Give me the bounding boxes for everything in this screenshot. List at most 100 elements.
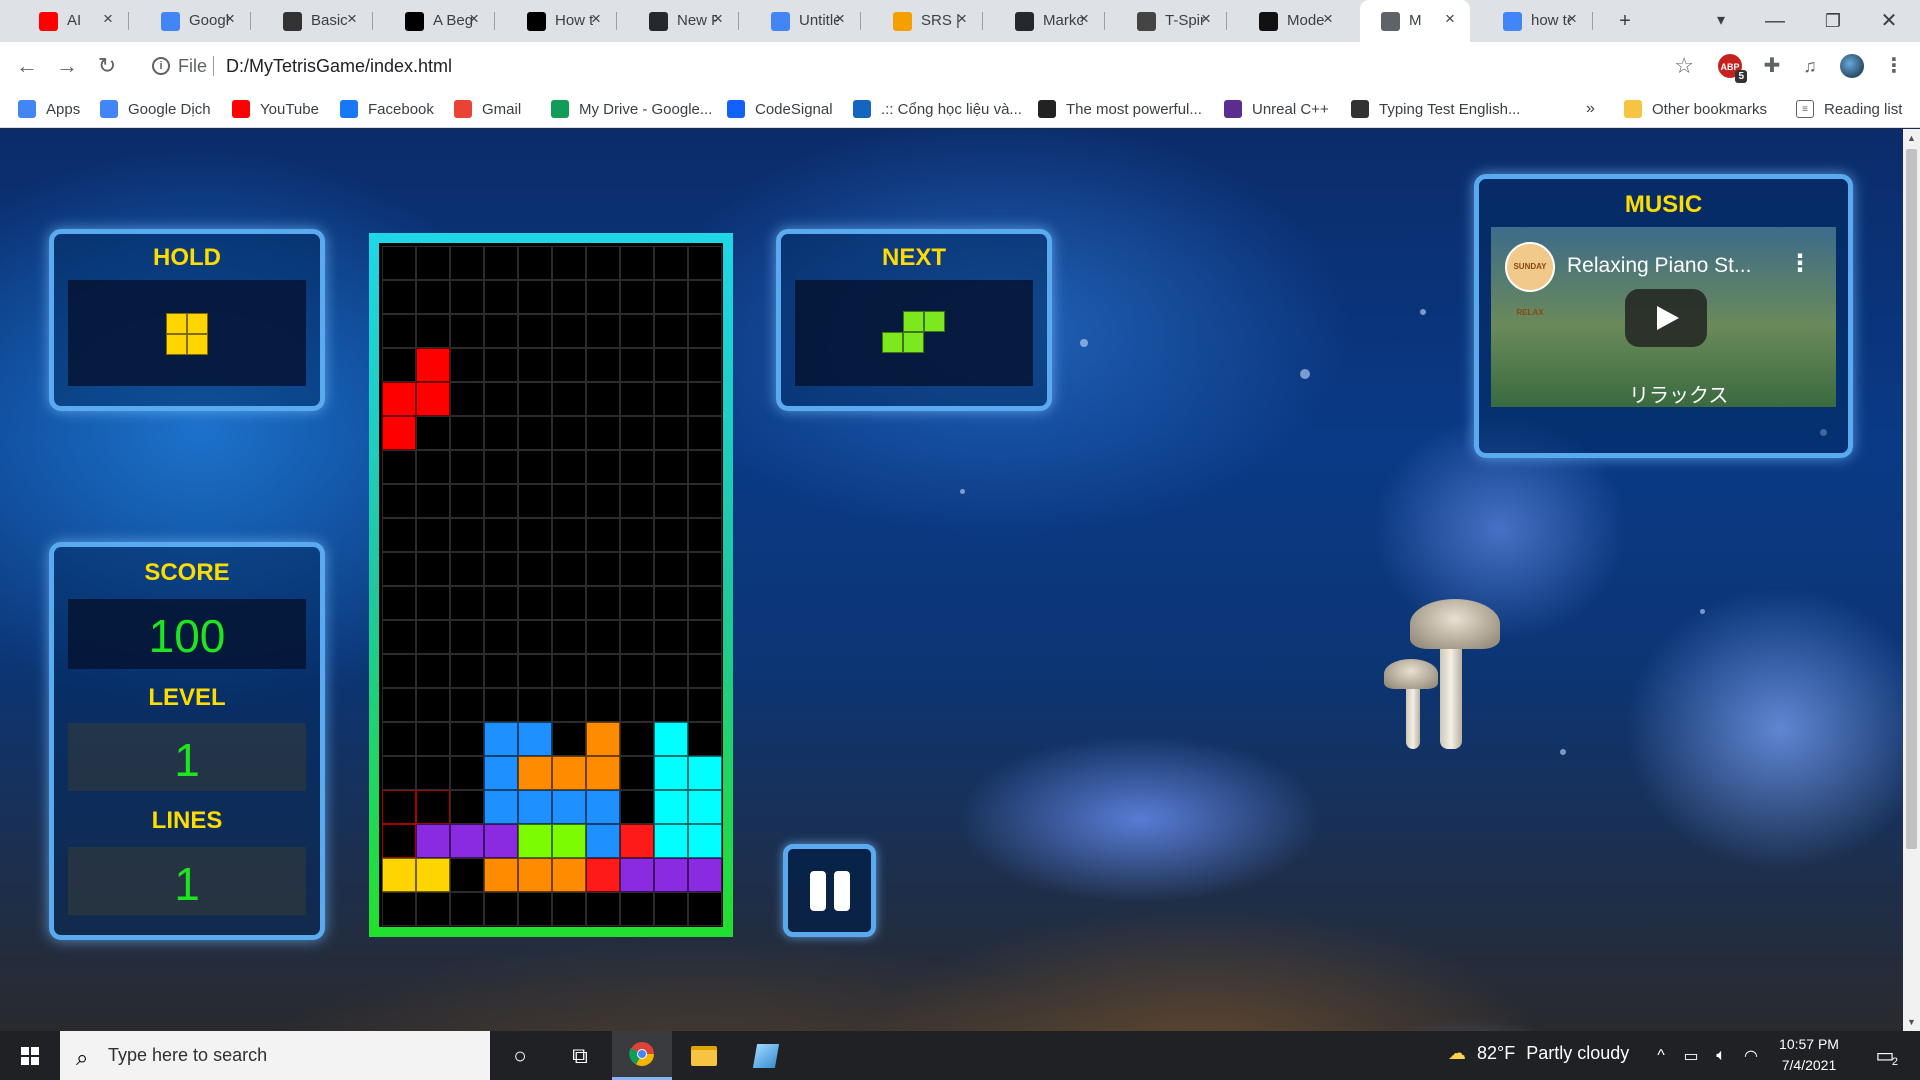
taskbar-search-box[interactable]: ⌕ Type here to search [60,1031,490,1080]
volume-icon[interactable]: 🔈︎ [1706,1031,1736,1080]
board-cell [416,484,450,518]
notification-center-icon[interactable]: 2 ▭ [1860,1031,1910,1080]
bookmark-item[interactable]: Typing Test English... [1351,97,1520,121]
bookmark-star-icon[interactable]: ☆ [1674,53,1694,79]
browser-tab[interactable]: Mode × [1238,0,1348,42]
bookmark-item[interactable]: Apps [18,97,80,121]
weather-widget[interactable]: ☁ 82°F Partly cloudy [1448,1043,1629,1064]
bookmark-item[interactable]: Unreal C++ [1224,97,1329,121]
piece-block [903,311,924,332]
chrome-menu-icon[interactable]: ⋮ [1882,54,1906,78]
browser-tab[interactable]: how to × [1482,0,1592,42]
bookmark-item[interactable]: Facebook [340,97,434,121]
bookmark-label: Google Dịch [128,100,211,118]
close-tab-icon[interactable]: × [1562,9,1582,29]
maximize-button[interactable]: ❐ [1818,6,1848,36]
board-cell [688,280,722,314]
file-explorer-icon[interactable] [674,1031,734,1080]
reload-button[interactable]: ↻ [92,51,122,81]
close-tab-icon[interactable]: × [952,9,972,29]
close-tab-icon[interactable]: × [1074,9,1094,29]
close-tab-icon[interactable]: × [1318,9,1338,29]
other-bookmarks-folder[interactable]: Other bookmarks [1624,97,1767,121]
chrome-taskbar-icon[interactable] [612,1031,672,1080]
board-cell [620,246,654,280]
tab-separator [738,12,739,30]
new-tab-button[interactable]: + [1610,6,1640,36]
video-caption: リラックス [1629,383,1729,407]
close-tab-icon[interactable]: × [708,9,728,29]
forward-button[interactable]: → [52,51,82,81]
board-cell [416,552,450,586]
reading-list-button[interactable]: ≡ Reading list [1796,97,1902,121]
browser-tab[interactable]: M × [1360,0,1470,42]
close-tab-icon[interactable]: × [1440,9,1460,29]
extensions-puzzle-icon[interactable]: ✚ [1760,54,1784,78]
browser-tab[interactable]: A Begi × [384,0,494,42]
youtube-video-embed[interactable]: SUNDAY RELAX Relaxing Piano St... ⋮ リラック… [1491,227,1836,407]
bookmark-item[interactable]: CodeSignal [727,97,833,121]
profile-avatar[interactable] [1840,54,1864,78]
url-text[interactable]: D:/MyTetrisGame/index.html [226,56,452,77]
browser-tab[interactable]: Googl × [140,0,250,42]
browser-tab[interactable]: Marko × [994,0,1104,42]
board-cell [416,756,450,790]
board-cell [620,722,654,756]
close-tab-icon[interactable]: × [342,9,362,29]
browser-tab[interactable]: AI × [18,0,128,42]
board-cell [552,348,586,382]
pause-button[interactable] [783,844,876,937]
bookmark-item[interactable]: Google Dịch [100,97,211,121]
board-cell [620,314,654,348]
browser-tab[interactable]: SRS | T× [872,0,982,42]
mushroom-cap [1410,599,1500,649]
bookmark-item[interactable]: YouTube [232,97,319,121]
board-cell [620,450,654,484]
tetris-board[interactable] [382,246,722,926]
scroll-up-arrow[interactable]: ▲ [1906,133,1917,143]
info-icon[interactable]: i [152,57,170,75]
browser-tab[interactable]: Untitle × [750,0,860,42]
bookmarks-overflow-button[interactable]: » [1586,97,1595,121]
media-control-icon[interactable]: ♫ [1798,54,1822,78]
bookmark-item[interactable]: The most powerful... [1038,97,1202,121]
battery-icon[interactable]: ▭ [1676,1031,1706,1080]
close-tab-icon[interactable]: × [1196,9,1216,29]
md-icon [283,12,302,31]
show-hidden-icons-chevron-icon[interactable]: ^ [1646,1031,1676,1080]
browser-tab[interactable]: New F × [628,0,738,42]
bookmark-item[interactable]: .:: Cổng học liệu và... [853,97,1022,121]
video-play-button[interactable] [1625,289,1707,347]
bookmark-item[interactable]: My Drive - Google... [551,97,712,121]
board-block [586,858,620,892]
adblock-extension-icon[interactable]: ABP 5 [1718,54,1747,83]
scroll-thumb[interactable] [1906,149,1917,849]
bookmark-item[interactable]: Gmail [454,97,521,121]
system-clock[interactable]: 10:57 PM 7/4/2021 [1774,1034,1844,1076]
browser-tab[interactable]: How t × [506,0,616,42]
scroll-down-arrow[interactable]: ▼ [1906,1017,1917,1027]
board-cell [416,620,450,654]
close-tab-icon[interactable]: × [220,9,240,29]
start-button[interactable] [0,1031,60,1080]
tab-search-icon[interactable]: ▾ [1706,6,1736,36]
close-tab-icon[interactable]: × [464,9,484,29]
browser-tab[interactable]: Basic S× [262,0,372,42]
close-tab-icon[interactable]: × [98,9,118,29]
close-tab-icon[interactable]: × [586,9,606,29]
channel-logo[interactable]: SUNDAY RELAX [1505,242,1555,317]
close-window-button[interactable]: ✕ [1874,6,1904,36]
task-view-icon[interactable]: ⧉ [550,1031,610,1080]
video-title[interactable]: Relaxing Piano St... [1567,254,1751,278]
app-taskbar-icon[interactable] [736,1031,796,1080]
address-bar[interactable]: i File D:/MyTetrisGame/index.html ☆ [138,48,1698,84]
close-tab-icon[interactable]: × [830,9,850,29]
back-button[interactable]: ← [12,51,42,81]
cortana-icon[interactable]: ○ [490,1031,550,1080]
browser-tab[interactable]: T-Spin × [1116,0,1226,42]
page-scrollbar[interactable]: ▲ ▼ [1903,129,1920,1031]
minimize-button[interactable]: — [1760,6,1790,36]
video-menu-icon[interactable]: ⋮ [1788,249,1812,278]
wifi-icon[interactable]: ◠ [1736,1031,1766,1080]
notification-count: 2 [1891,1056,1898,1068]
